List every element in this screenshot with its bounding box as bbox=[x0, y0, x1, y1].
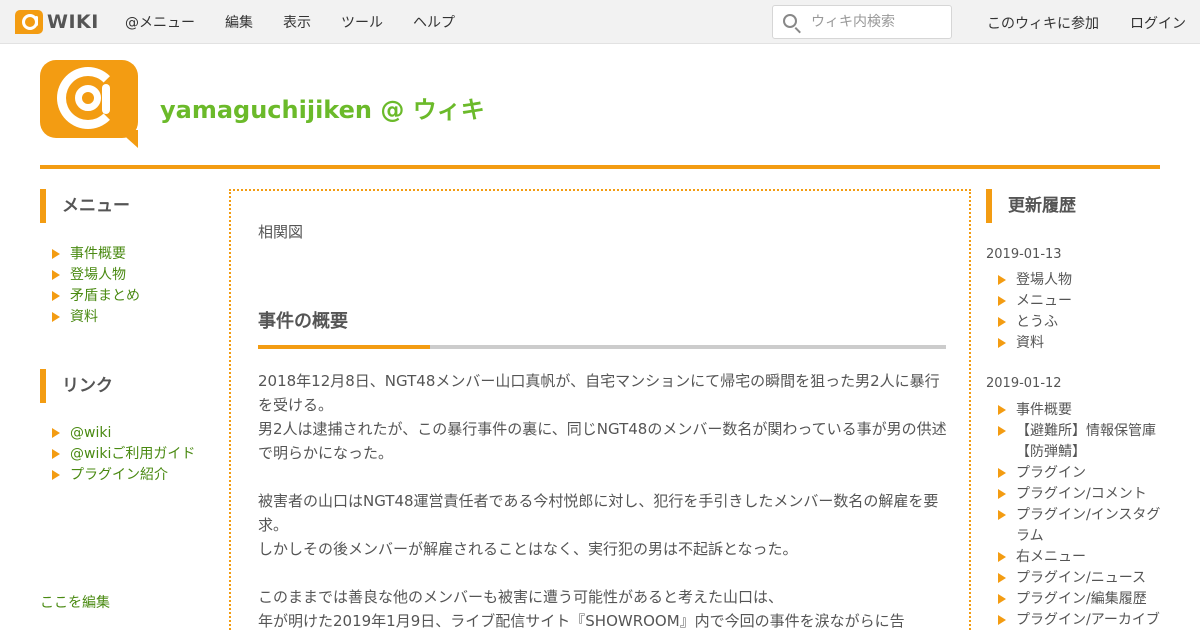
update-item[interactable]: プラグイン/コメント bbox=[986, 484, 1166, 505]
site-logo[interactable] bbox=[40, 60, 140, 150]
update-item[interactable]: 事件概要 bbox=[986, 400, 1166, 421]
search-icon[interactable] bbox=[783, 14, 797, 28]
update-item[interactable]: 登場人物 bbox=[986, 270, 1166, 291]
paragraph: 年が明けた2019年1月9日、ライブ配信サイト『SHOWROOM』内で今回の事件… bbox=[258, 612, 905, 630]
paragraph: 男2人は逮捕されたが、この暴行事件の裏に、同じNGT48のメンバー数名が関わって… bbox=[258, 420, 947, 462]
nav-help[interactable]: ヘルプ bbox=[413, 12, 455, 32]
update-item[interactable]: プラグイン bbox=[986, 463, 1166, 484]
menu-item-materials[interactable]: 資料 bbox=[40, 307, 140, 328]
update-item[interactable]: メニュー bbox=[986, 291, 1166, 312]
update-item[interactable]: 【避難所】情報保管庫【防弾鯖】 bbox=[986, 421, 1166, 463]
paragraph: 被害者の山口はNGT48運営責任者である今村悦郎に対し、犯行を手引きしたメンバー… bbox=[258, 492, 939, 534]
update-list: 登場人物 メニュー とうふ 資料 bbox=[986, 270, 1166, 354]
main-content: 相関図 事件の概要 2018年12月8日、NGT48メンバー山口真帆が、自宅マン… bbox=[229, 189, 971, 630]
links-heading: リンク bbox=[40, 369, 200, 403]
update-item[interactable]: 右メニュー bbox=[986, 547, 1166, 568]
nav-menu[interactable]: @メニュー bbox=[125, 12, 195, 32]
edit-here-link[interactable]: ここを編集 bbox=[40, 592, 110, 612]
correlation-diagram-text: 相関図 bbox=[258, 223, 304, 241]
update-list: 事件概要 【避難所】情報保管庫【防弾鯖】 プラグイン プラグイン/コメント プラ… bbox=[986, 400, 1166, 630]
link-atwiki[interactable]: @wiki bbox=[40, 423, 195, 444]
atwiki-logo[interactable]: WIKI bbox=[15, 10, 99, 34]
logo-text: WIKI bbox=[47, 11, 99, 33]
update-item[interactable]: プラグイン/アーカイブ bbox=[986, 610, 1166, 630]
link-atwiki-guide[interactable]: @wikiご利用ガイド bbox=[40, 444, 195, 465]
update-item[interactable]: 資料 bbox=[986, 333, 1166, 354]
update-item[interactable]: とうふ bbox=[986, 312, 1166, 333]
header-divider bbox=[40, 165, 1160, 169]
section-heading: 事件の概要 bbox=[258, 311, 348, 332]
login-link[interactable]: ログイン bbox=[1130, 13, 1186, 33]
paragraph: 2018年12月8日、NGT48メンバー山口真帆が、自宅マンションにて帰宅の瞬間… bbox=[258, 372, 940, 414]
menu-heading: メニュー bbox=[40, 189, 200, 223]
top-nav: @メニュー 編集 表示 ツール ヘルプ bbox=[125, 0, 485, 44]
link-plugin-intro[interactable]: プラグイン紹介 bbox=[40, 465, 195, 486]
paragraph: このままでは善良な他のメンバーも被害に遭う可能性があると考えた山口は、 bbox=[258, 588, 784, 606]
nav-tools[interactable]: ツール bbox=[341, 12, 383, 32]
menu-item-overview[interactable]: 事件概要 bbox=[40, 244, 140, 265]
update-item[interactable]: プラグイン/ニュース bbox=[986, 568, 1166, 589]
update-date: 2019-01-13 bbox=[986, 247, 1062, 262]
nav-edit[interactable]: 編集 bbox=[225, 12, 253, 32]
search-box[interactable] bbox=[772, 5, 952, 39]
menu-item-contradictions[interactable]: 矛盾まとめ bbox=[40, 286, 140, 307]
links-list: @wiki @wikiご利用ガイド プラグイン紹介 bbox=[40, 423, 195, 486]
top-bar: WIKI @メニュー 編集 表示 ツール ヘルプ このウィキに参加 ログイン bbox=[0, 0, 1200, 44]
join-wiki-link[interactable]: このウィキに参加 bbox=[987, 13, 1099, 33]
menu-list: 事件概要 登場人物 矛盾まとめ 資料 bbox=[40, 244, 140, 328]
nav-view[interactable]: 表示 bbox=[283, 12, 311, 32]
site-title[interactable]: yamaguchijiken @ ウィキ bbox=[160, 90, 485, 125]
update-item[interactable]: プラグイン/インスタグラム bbox=[986, 505, 1166, 547]
at-sign-icon bbox=[15, 10, 43, 34]
menu-item-characters[interactable]: 登場人物 bbox=[40, 265, 140, 286]
heading-rule-accent bbox=[258, 345, 430, 349]
search-input[interactable] bbox=[811, 12, 946, 32]
recent-changes-heading: 更新履歴 bbox=[986, 189, 1160, 223]
paragraph: しかしその後メンバーが解雇されることはなく、実行犯の男は不起訴となった。 bbox=[258, 540, 798, 558]
update-date: 2019-01-12 bbox=[986, 376, 1062, 391]
update-item[interactable]: プラグイン/編集履歴 bbox=[986, 589, 1166, 610]
